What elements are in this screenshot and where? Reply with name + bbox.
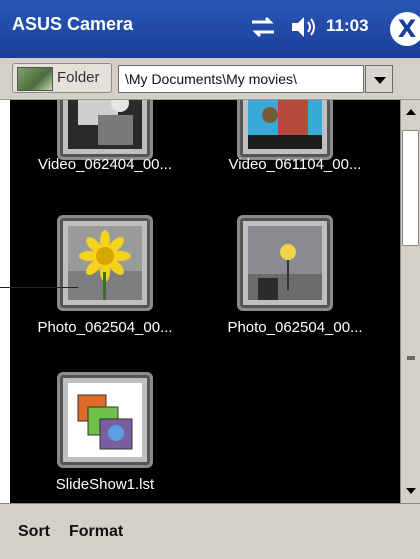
video-thumbnail [57, 100, 153, 160]
scroll-grip-icon [407, 356, 415, 360]
path-field[interactable]: \My Documents\My movies\ [118, 65, 364, 93]
file-tile[interactable]: Video_062404_00... [10, 100, 200, 184]
app-title: ASUS Camera [12, 14, 134, 34]
connectivity-icon[interactable] [248, 12, 278, 42]
file-caption: Photo_062504_00... [227, 319, 363, 336]
menu-bar: Sort Format [0, 503, 420, 559]
file-tile[interactable]: Photo_062504_00... [10, 215, 200, 345]
sort-menu[interactable]: Sort [18, 523, 50, 541]
scroll-up-button[interactable] [401, 100, 420, 124]
vertical-scrollbar[interactable] [400, 100, 420, 503]
file-tile[interactable]: Photo_062504_00... [200, 215, 390, 345]
folder-button[interactable]: Folder [12, 63, 112, 93]
folder-label: Folder [57, 69, 100, 86]
slideshow-image [68, 383, 142, 457]
folder-bar: Folder \My Documents\My movies\ [0, 58, 420, 100]
video-thumbnail-image [68, 100, 142, 149]
file-caption: Video_062404_00... [37, 156, 173, 173]
file-caption: Photo_062504_00... [37, 319, 173, 336]
slideshow-thumbnail [57, 372, 153, 468]
video-thumbnail [237, 100, 333, 160]
title-bar: ASUS Camera 11:03 X [0, 0, 420, 58]
photo-thumbnail [57, 215, 153, 311]
file-tile[interactable]: SlideShow1.lst [10, 372, 200, 502]
callout-line [0, 287, 78, 288]
photo-thumbnail-image [248, 226, 322, 300]
speaker-icon[interactable] [288, 12, 318, 42]
video-thumbnail-image [248, 100, 322, 149]
path-dropdown-button[interactable] [365, 65, 393, 93]
file-caption: Video_061104_00... [228, 156, 362, 173]
scroll-thumb[interactable] [402, 130, 419, 246]
photo-thumbnail [237, 215, 333, 311]
scroll-down-button[interactable] [401, 479, 420, 503]
clock[interactable]: 11:03 [326, 16, 369, 36]
file-tile[interactable]: Video_061104_00... [200, 100, 390, 184]
file-caption: SlideShow1.lst [55, 476, 155, 493]
close-button[interactable]: X [390, 12, 420, 46]
folder-icon [17, 67, 53, 91]
sunflower-image [68, 226, 142, 300]
file-grid: Video_062404_00... Video_061104_00... Ph… [10, 100, 400, 503]
format-menu[interactable]: Format [69, 523, 123, 541]
